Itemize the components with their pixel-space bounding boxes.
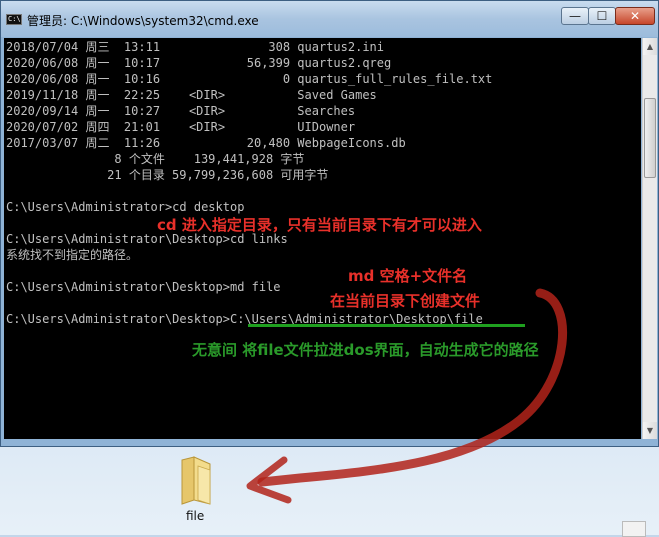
path-underline — [248, 324, 525, 327]
console-line: 2018/07/04 周三 13:11 308 quartus2.ini — [6, 40, 385, 54]
file-label[interactable]: file — [186, 509, 204, 523]
annotation-md-syntax: md 空格+文件名 — [348, 267, 468, 285]
scrollbar-thumb[interactable] — [644, 98, 656, 178]
annotation-md-desc: 在当前目录下创建文件 — [330, 292, 481, 310]
folder-icon[interactable] — [176, 454, 216, 506]
annotation-cd: cd 进入指定目录，只有当前目录下有才可以进入 — [157, 216, 482, 234]
maximize-button[interactable]: ☐ — [588, 7, 616, 25]
title-bar[interactable]: C:\ 管理员: C:\Windows\system32\cmd.exe — ☐… — [1, 1, 658, 37]
console-line: 2020/09/14 周一 10:27 <DIR> Searches — [6, 104, 356, 118]
console-line: 21 个目录 59,799,236,608 可用字节 — [6, 168, 329, 182]
close-button[interactable]: ✕ — [615, 7, 655, 25]
annotation-drag: 无意间 将file文件拉进dos界面，自动生成它的路径 — [192, 341, 539, 359]
console-line: 2017/03/07 周二 11:26 20,480 WebpageIcons.… — [6, 136, 406, 150]
console-line: 2019/11/18 周一 22:25 <DIR> Saved Games — [6, 88, 377, 102]
minimize-button[interactable]: — — [561, 7, 589, 25]
console-line: C:\Users\Administrator\Desktop>md file — [6, 280, 281, 294]
window-title: 管理员: C:\Windows\system32\cmd.exe — [27, 14, 259, 28]
console-output[interactable]: 2018/07/04 周三 13:11 308 quartus2.ini 202… — [4, 38, 641, 439]
console-line: 2020/06/08 周一 10:17 56,399 quartus2.qreg — [6, 56, 392, 70]
console-line: 系统找不到指定的路径。 — [6, 248, 139, 262]
console-line: 8 个文件 139,441,928 字节 — [6, 152, 305, 166]
scroll-up-arrow-icon[interactable]: ▲ — [643, 38, 657, 55]
cmd-icon: C:\ — [6, 14, 22, 25]
console-line: 2020/07/02 周四 21:01 <DIR> UIDowner — [6, 120, 356, 134]
console-line: C:\Users\Administrator>cd desktop — [6, 200, 245, 214]
vertical-scrollbar[interactable]: ▲ ▼ — [642, 38, 657, 439]
scroll-down-arrow-icon[interactable]: ▼ — [643, 422, 657, 439]
console-line: 2020/06/08 周一 10:16 0 quartus_full_rules… — [6, 72, 493, 86]
